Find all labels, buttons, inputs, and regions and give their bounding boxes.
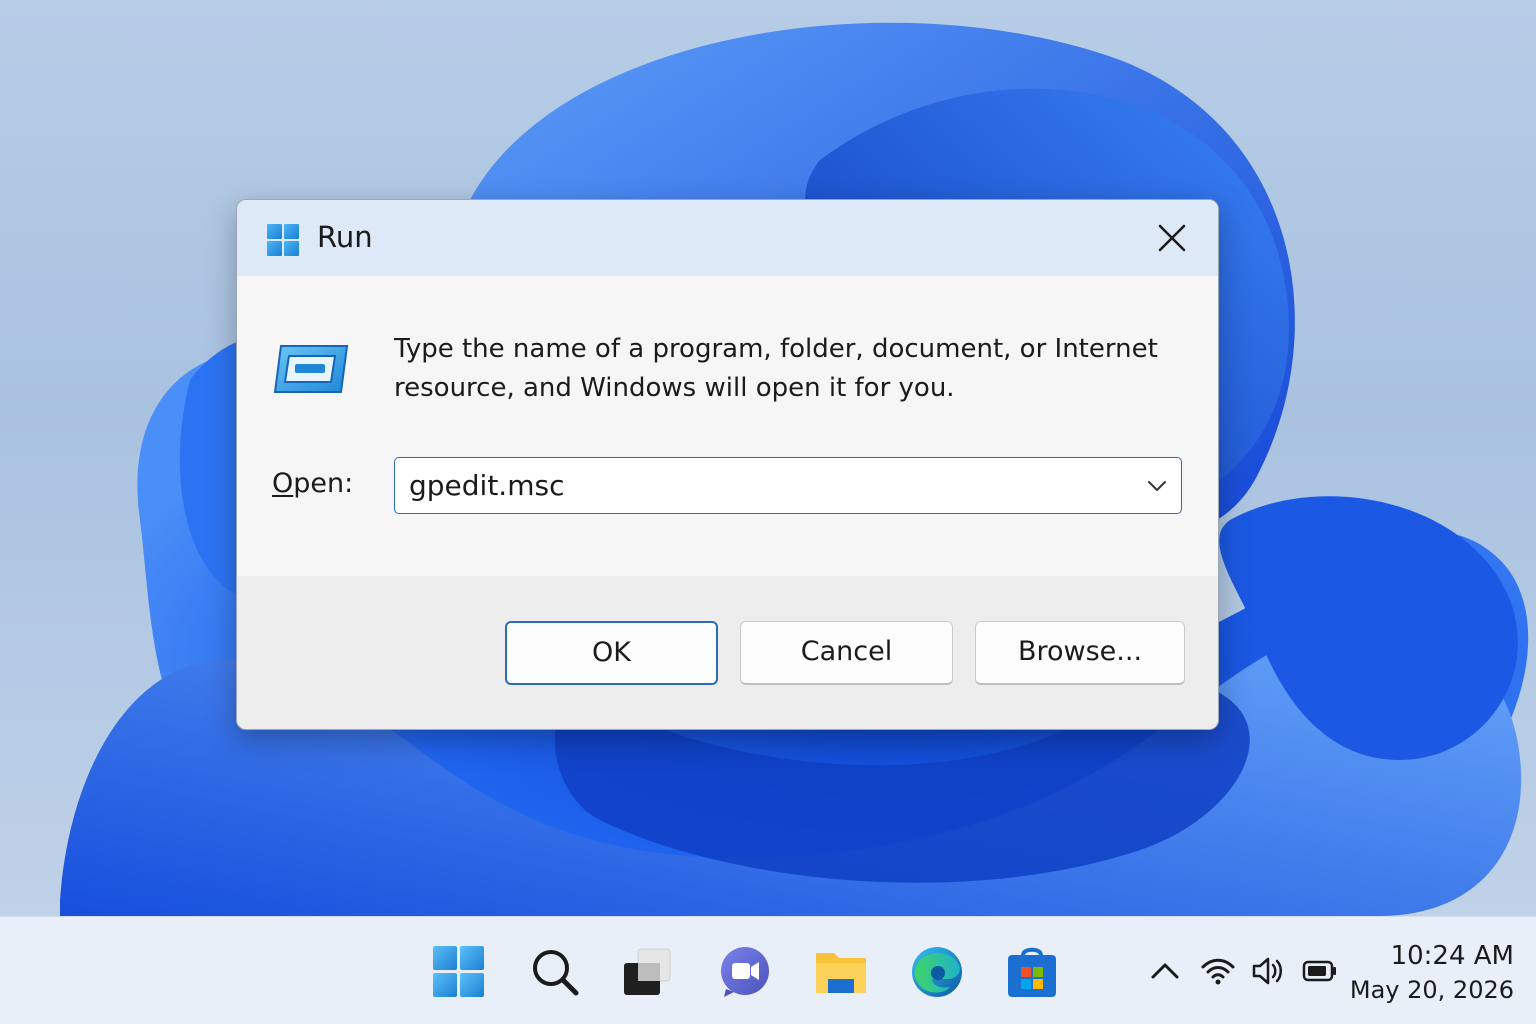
start-icon[interactable]	[432, 945, 486, 999]
teams-chat-icon[interactable]	[718, 945, 772, 999]
cancel-button[interactable]: Cancel	[740, 621, 953, 685]
file-explorer-icon[interactable]	[814, 945, 868, 999]
clock-date: May 20, 2026	[1349, 976, 1514, 1004]
chevron-down-icon[interactable]	[1145, 474, 1169, 498]
store-icon[interactable]	[1005, 945, 1059, 999]
chevron-up-icon[interactable]	[1147, 953, 1183, 989]
dialog-description: Type the name of a program, folder, docu…	[394, 334, 1158, 403]
windows-logo-icon	[267, 224, 299, 256]
ok-button[interactable]: OK	[505, 621, 718, 685]
dialog-content: Type the name of a program, folder, docu…	[237, 276, 1218, 576]
battery-icon[interactable]	[1302, 953, 1338, 989]
search-icon[interactable]	[528, 945, 582, 999]
open-label: Open:	[272, 468, 354, 499]
edge-icon[interactable]	[910, 945, 964, 999]
browse-button[interactable]: Browse...	[975, 621, 1185, 685]
volume-icon[interactable]	[1250, 953, 1286, 989]
dialog-titlebar[interactable]: Run	[237, 200, 1218, 276]
clock-time: 10:24 AM	[1390, 941, 1514, 971]
taskbar-clock[interactable]: 10:24 AM May 20, 2026	[1350, 939, 1514, 1007]
close-icon[interactable]	[1154, 220, 1190, 256]
dialog-footer: OK Cancel Browse...	[237, 576, 1218, 729]
open-input[interactable]	[409, 458, 1109, 512]
run-icon	[273, 345, 349, 393]
open-combobox[interactable]	[394, 457, 1182, 514]
desktop: Run Type the name of a program, folder, …	[0, 0, 1536, 1024]
dialog-title: Run	[317, 220, 373, 254]
run-dialog: Run Type the name of a program, folder, …	[236, 199, 1219, 730]
task-view-icon[interactable]	[620, 945, 674, 999]
taskbar: 10:24 AM May 20, 2026	[0, 916, 1536, 1024]
wifi-icon[interactable]	[1200, 953, 1236, 989]
